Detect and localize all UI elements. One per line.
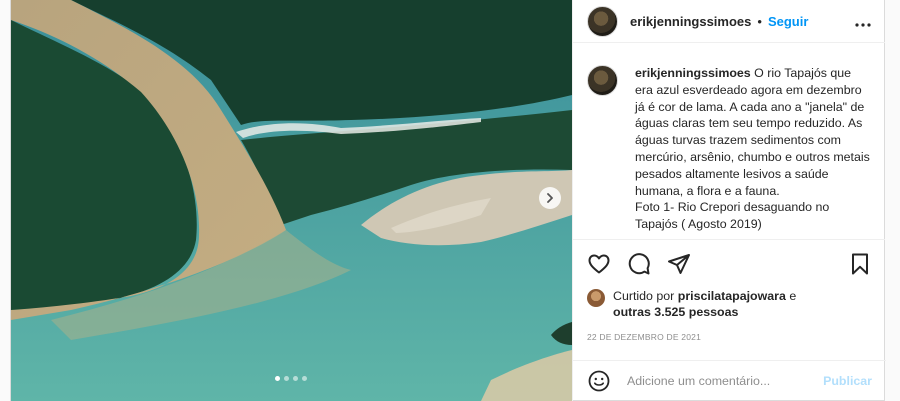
avatar[interactable]	[587, 5, 618, 37]
action-bar	[573, 240, 885, 288]
avatar[interactable]	[587, 65, 618, 96]
follow-button[interactable]: Seguir	[768, 14, 808, 29]
carousel-dot	[302, 376, 307, 381]
caption-section: erikjenningssimoes O rio Tapajós que era…	[573, 43, 885, 240]
comment-bar: Publicar	[573, 360, 886, 401]
liker-username-link[interactable]: priscilatapajowara	[678, 289, 786, 303]
paper-plane-icon[interactable]	[667, 252, 691, 276]
likes-conj: e	[785, 289, 797, 303]
carousel-dot	[293, 376, 298, 381]
post-header: erikjenningssimoes • Seguir	[573, 0, 885, 43]
caption-text: erikjenningssimoes O rio Tapajós que era…	[635, 65, 871, 239]
caption-username-link[interactable]: erikjenningssimoes	[635, 66, 751, 80]
next-slide-button[interactable]	[539, 187, 561, 209]
likes-count-link[interactable]: outras 3.525 pessoas	[613, 305, 738, 319]
carousel-dot	[275, 376, 280, 381]
comment-bubble-icon[interactable]	[627, 252, 651, 276]
avatar[interactable]	[587, 289, 605, 307]
carousel-dot	[284, 376, 289, 381]
caption-photo-credit: Foto 1- Rio Crepori desaguando no Tapajó…	[635, 200, 830, 232]
post-sidebar: erikjenningssimoes • Seguir erikjennings…	[572, 0, 886, 401]
post-date[interactable]: 22 DE DEZEMBRO DE 2021	[573, 320, 885, 342]
publish-button[interactable]: Publicar	[823, 374, 872, 388]
smiley-icon[interactable]	[587, 369, 611, 393]
post-photo[interactable]	[11, 0, 572, 401]
more-options-icon[interactable]	[855, 12, 871, 30]
caption-body: O rio Tapajós que era azul esverdeado ag…	[635, 66, 870, 198]
bookmark-icon[interactable]	[849, 252, 871, 276]
post-container: erikjenningssimoes • Seguir erikjennings…	[10, 0, 886, 401]
likes-summary: Curtido por priscilatapajowara e outras …	[573, 288, 885, 320]
carousel-indicators	[275, 376, 307, 381]
aerial-river-image	[11, 0, 572, 401]
heart-icon[interactable]	[587, 252, 611, 276]
header-separator: •	[757, 13, 762, 29]
username-link[interactable]: erikjenningssimoes	[630, 14, 751, 29]
comment-input[interactable]	[627, 374, 824, 388]
chevron-right-icon	[545, 193, 555, 203]
likes-prefix: Curtido por	[613, 289, 678, 303]
